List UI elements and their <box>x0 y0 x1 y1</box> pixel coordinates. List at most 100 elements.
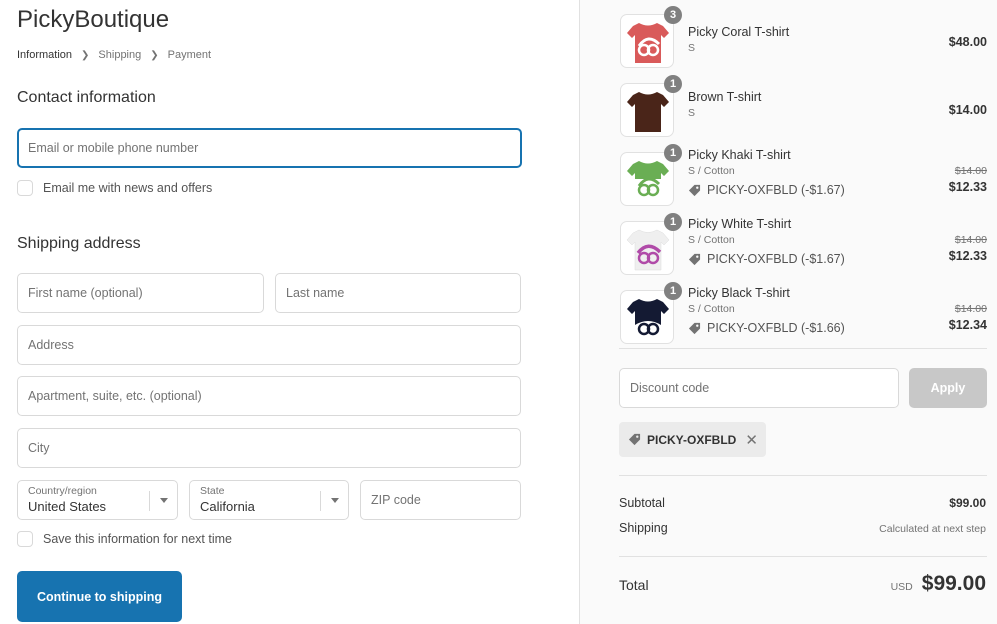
apply-discount-button[interactable]: Apply <box>909 368 987 408</box>
discount-code-input[interactable]: Discount code <box>619 368 899 408</box>
store-logo[interactable]: PickyBoutique <box>17 6 169 34</box>
total-label: Total <box>619 577 649 593</box>
subtotal-value: $99.00 <box>949 496 986 510</box>
item-variant: S / Cotton <box>688 303 735 315</box>
item-name: Picky Khaki T-shirt <box>688 148 791 162</box>
total: USD $99.00 <box>891 572 986 596</box>
continue-to-shipping-button[interactable]: Continue to shipping <box>17 571 182 622</box>
item-discount-text: PICKY-OXFBLD (-$1.66) <box>707 321 845 335</box>
breadcrumb: Information ❯ Shipping ❯ Payment <box>17 49 211 61</box>
select-divider <box>149 491 150 511</box>
cart-item: 1 Picky Khaki T-shirt S / Cotton PICKY-O… <box>620 144 987 208</box>
item-original-price: $14.00 <box>954 234 987 246</box>
discount-code-placeholder: Discount code <box>630 381 710 395</box>
apartment-placeholder: Apartment, suite, etc. (optional) <box>28 389 202 403</box>
tshirt-icon <box>626 229 670 271</box>
item-name: Picky White T-shirt <box>688 217 792 231</box>
save-info-checkbox[interactable] <box>17 531 33 547</box>
breadcrumb-payment: Payment <box>167 49 212 61</box>
shipping-value: Calculated at next step <box>879 523 986 535</box>
tshirt-icon <box>627 92 669 132</box>
select-divider <box>320 491 321 511</box>
address-placeholder: Address <box>28 338 74 352</box>
product-thumbnail: 1 <box>620 144 682 206</box>
last-name-input[interactable]: Last name <box>275 273 521 313</box>
item-discount: PICKY-OXFBLD (-$1.67) <box>688 183 845 197</box>
item-discount: PICKY-OXFBLD (-$1.67) <box>688 252 845 266</box>
quantity-badge: 1 <box>664 213 682 231</box>
order-summary-panel: 3 Picky Coral T-shirt S $48.00 1 Brown T… <box>579 0 997 624</box>
country-value: United States <box>28 499 107 514</box>
item-price: $14.00 <box>948 103 987 117</box>
tshirt-icon <box>627 23 669 63</box>
tshirt-icon <box>627 299 669 339</box>
state-label: State <box>200 485 225 497</box>
cart-item: 1 Picky Black T-shirt S / Cotton PICKY-O… <box>620 282 987 346</box>
save-info-option[interactable]: Save this information for next time <box>17 531 232 547</box>
divider <box>619 348 987 349</box>
product-thumbnail: 3 <box>620 6 682 68</box>
city-input[interactable]: City <box>17 428 521 468</box>
cart-item: 3 Picky Coral T-shirt S $48.00 <box>620 6 987 70</box>
item-discount-text: PICKY-OXFBLD (-$1.67) <box>707 183 845 197</box>
tag-icon <box>628 433 641 446</box>
item-variant: S / Cotton <box>688 165 735 177</box>
tag-icon <box>688 253 701 265</box>
newsletter-option[interactable]: Email me with news and offers <box>17 180 212 196</box>
cart-item: 1 Picky White T-shirt S / Cotton PICKY-O… <box>620 213 987 277</box>
product-thumbnail: 1 <box>620 75 682 137</box>
total-amount: $99.00 <box>921 572 986 595</box>
product-thumbnail: 1 <box>620 213 682 275</box>
first-name-input[interactable]: First name (optional) <box>17 273 264 313</box>
remove-discount-icon[interactable]: ✕ <box>745 431 758 449</box>
quantity-badge: 1 <box>664 144 682 162</box>
email-input[interactable]: Email or mobile phone number <box>17 128 522 168</box>
item-variant: S <box>688 42 696 54</box>
item-discount-text: PICKY-OXFBLD (-$1.67) <box>707 252 845 266</box>
quantity-badge: 1 <box>664 282 682 300</box>
item-price: $12.33 <box>948 180 987 194</box>
product-thumbnail: 1 <box>620 282 682 344</box>
save-info-label: Save this information for next time <box>43 532 232 546</box>
zip-placeholder: ZIP code <box>371 493 421 507</box>
tshirt-icon <box>627 161 669 201</box>
first-name-placeholder: First name (optional) <box>28 286 143 300</box>
divider <box>619 556 987 557</box>
newsletter-checkbox[interactable] <box>17 180 33 196</box>
cart-item: 1 Brown T-shirt S $14.00 <box>620 75 987 139</box>
state-select[interactable]: State California <box>189 480 349 520</box>
shipping-label: Shipping <box>619 521 668 535</box>
applied-discount-code: PICKY-OXFBLD <box>647 432 737 447</box>
applied-discount-chip: PICKY-OXFBLD ✕ <box>619 422 766 457</box>
state-value: California <box>200 499 255 514</box>
chevron-right-icon: ❯ <box>150 49 159 61</box>
subtotal-label: Subtotal <box>619 496 665 510</box>
zip-input[interactable]: ZIP code <box>360 480 521 520</box>
item-original-price: $14.00 <box>954 303 987 315</box>
tag-icon <box>688 322 701 334</box>
shipping-title: Shipping address <box>17 235 141 252</box>
checkout-form-panel: PickyBoutique Information ❯ Shipping ❯ P… <box>0 0 579 624</box>
item-name: Picky Black T-shirt <box>688 286 790 300</box>
item-discount: PICKY-OXFBLD (-$1.66) <box>688 321 845 335</box>
quantity-badge: 1 <box>664 75 682 93</box>
item-name: Brown T-shirt <box>688 90 762 104</box>
item-original-price: $14.00 <box>954 165 987 177</box>
city-placeholder: City <box>28 441 50 455</box>
item-variant: S / Cotton <box>688 234 735 246</box>
country-label: Country/region <box>28 485 97 497</box>
country-select[interactable]: Country/region United States <box>17 480 178 520</box>
item-name: Picky Coral T-shirt <box>688 25 790 39</box>
tag-icon <box>688 184 701 196</box>
breadcrumb-shipping: Shipping <box>98 49 142 61</box>
item-price: $12.33 <box>948 249 987 263</box>
quantity-badge: 3 <box>664 6 682 24</box>
item-price: $12.34 <box>948 318 987 332</box>
item-price: $48.00 <box>948 35 987 49</box>
breadcrumb-information[interactable]: Information <box>17 49 72 61</box>
divider <box>619 475 987 476</box>
newsletter-label: Email me with news and offers <box>43 181 213 195</box>
caret-down-icon <box>331 498 339 503</box>
apartment-input[interactable]: Apartment, suite, etc. (optional) <box>17 376 521 416</box>
address-input[interactable]: Address <box>17 325 521 365</box>
